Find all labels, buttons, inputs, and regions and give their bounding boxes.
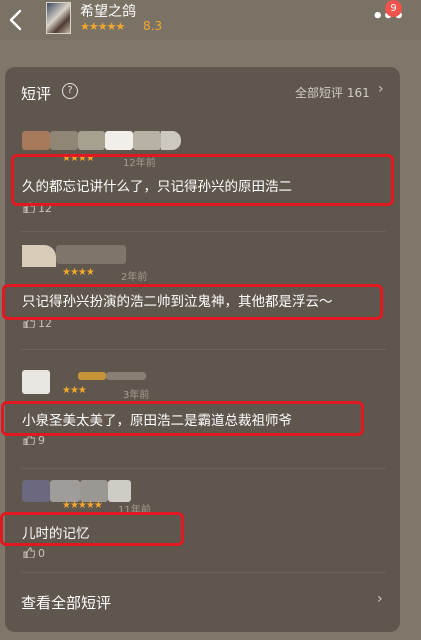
avatar[interactable] <box>22 370 50 394</box>
divider <box>21 468 386 469</box>
highlight-box <box>11 154 394 206</box>
back-arrow-icon[interactable] <box>7 8 27 32</box>
notification-badge: 9 <box>385 0 402 17</box>
highlight-box <box>0 512 184 546</box>
review-time: 3年前 <box>123 390 150 401</box>
chevron-right-icon: › <box>378 81 384 97</box>
divider <box>21 349 386 350</box>
username-blurred <box>108 480 131 502</box>
short-reviews-card: 短评 ? 全部短评 161 › ★★★★ 12年前 久的都忘记讲什么了，只记得孙… <box>0 67 400 632</box>
username-blurred <box>56 245 126 264</box>
username-blurred <box>161 131 181 150</box>
username-blurred <box>133 131 161 150</box>
username-blurred <box>106 372 146 380</box>
movie-poster-thumbnail[interactable] <box>46 2 71 34</box>
username-blurred <box>105 131 133 150</box>
divider <box>21 572 386 573</box>
avatar[interactable] <box>22 245 56 267</box>
username-blurred <box>78 131 105 150</box>
review-stars: ★★★★ <box>62 267 95 278</box>
avatar[interactable] <box>22 131 50 150</box>
chevron-right-icon[interactable]: › <box>377 591 383 607</box>
top-bar: 希望之鸽 ★★★★★ 8.3 ••• 9 <box>0 0 421 40</box>
thumbs-up-icon <box>23 547 35 558</box>
divider <box>21 231 386 232</box>
username-blurred <box>50 131 78 150</box>
highlight-box <box>2 284 383 320</box>
movie-title: 希望之鸽 <box>80 4 136 20</box>
movie-star-rating: ★★★★★ <box>80 20 125 33</box>
review-stars: ★★★ <box>62 385 87 396</box>
review-time: 2年前 <box>121 272 148 283</box>
username-blurred <box>78 372 106 380</box>
highlight-box <box>1 401 364 436</box>
section-title: 短评 <box>21 85 52 103</box>
all-reviews-link[interactable]: 全部短评 161 <box>295 84 370 101</box>
movie-rating-score: 8.3 <box>143 19 163 33</box>
review-stars: ★★★★★ <box>62 500 103 511</box>
like-count: 0 <box>38 547 45 560</box>
username-blurred <box>50 480 80 502</box>
like-button[interactable]: 0 <box>23 547 45 560</box>
username-blurred <box>80 480 108 502</box>
view-all-reviews-button[interactable]: 查看全部短评 <box>21 592 111 613</box>
help-icon[interactable]: ? <box>62 83 78 99</box>
avatar[interactable] <box>22 480 50 502</box>
